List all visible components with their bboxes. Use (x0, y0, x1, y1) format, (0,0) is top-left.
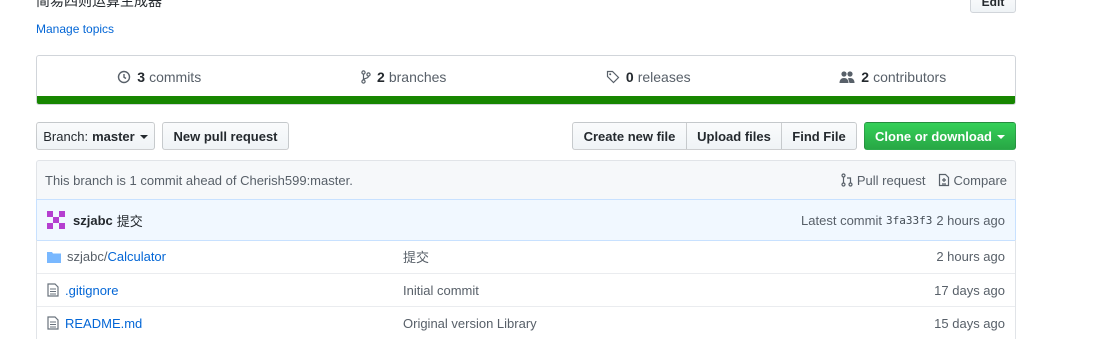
file-name-link[interactable]: .gitignore (65, 283, 118, 298)
releases-count: 0 (625, 69, 634, 85)
commits-count: 3 (137, 69, 146, 85)
contributors-count: 2 (861, 69, 870, 85)
contributors-link[interactable]: 2 contributors (771, 69, 1016, 85)
tag-icon (606, 70, 620, 84)
file-commit-message[interactable]: Original version Library (403, 316, 934, 331)
compare-label: Compare (953, 172, 1007, 188)
file-dir: szjabc/ (67, 249, 108, 264)
find-file-button[interactable]: Find File (781, 122, 857, 150)
file-age: 17 days ago (934, 282, 1005, 298)
table-row: szjabc/Calculator 提交 2 hours ago (37, 240, 1015, 273)
dropdown-caret-icon (139, 134, 148, 139)
file-actions-group: Create new file Upload files Find File (572, 122, 857, 150)
commit-sha[interactable]: 3fa33f3 (886, 214, 932, 227)
git-branch-icon (361, 70, 371, 84)
dropdown-caret-icon (997, 134, 1005, 139)
edit-button[interactable]: Edit (970, 0, 1016, 13)
file-commit-message[interactable]: 提交 (403, 247, 936, 266)
table-row: README.md Original version Library 15 da… (37, 306, 1015, 339)
latest-commit-bar: szjabc 提交 Latest commit 3fa33f3 2 hours … (36, 199, 1016, 241)
ahead-text: This branch is 1 commit ahead of Cherish… (45, 172, 353, 188)
new-pull-request-button[interactable]: New pull request (162, 122, 289, 150)
releases-label: releases (637, 69, 691, 85)
pull-request-link[interactable]: Pull request (841, 173, 926, 188)
releases-link[interactable]: 0 releases (526, 69, 771, 85)
file-commit-message[interactable]: Initial commit (403, 283, 934, 298)
branches-count: 2 (377, 69, 385, 85)
file-icon (47, 283, 59, 297)
latest-commit-info: Latest commit 3fa33f3 2 hours ago (801, 213, 1005, 228)
branches-link[interactable]: 2 branches (282, 69, 527, 85)
create-new-file-button[interactable]: Create new file (572, 122, 687, 150)
git-pull-request-icon (841, 173, 853, 187)
commit-age: 2 hours ago (936, 212, 1005, 228)
people-icon (839, 71, 855, 83)
file-name-link[interactable]: README.md (65, 316, 142, 331)
contributors-label: contributors (873, 69, 947, 85)
commits-link[interactable]: 3 commits (37, 69, 282, 85)
folder-icon (47, 251, 61, 263)
branch-select-button[interactable]: Branch: master (36, 122, 155, 150)
file-age: 15 days ago (934, 315, 1005, 331)
branches-label: branches (388, 69, 447, 85)
file-age: 2 hours ago (936, 249, 1005, 264)
pull-request-label: Pull request (856, 172, 926, 188)
branch-prefix: Branch: (43, 128, 89, 144)
commit-author[interactable]: szjabc (73, 213, 113, 228)
table-row: .gitignore Initial commit 17 days ago (37, 273, 1015, 306)
clone-label: Clone or download (875, 128, 992, 144)
commit-message[interactable]: 提交 (117, 211, 143, 230)
branch-ahead-bar: This branch is 1 commit ahead of Cherish… (36, 160, 1016, 200)
avatar[interactable] (47, 211, 65, 229)
manage-topics-link[interactable]: Manage topics (36, 22, 114, 36)
file-icon (47, 316, 59, 330)
numbers-summary: 3 commits 2 branches 0 releases 2 contri… (36, 55, 1016, 105)
file-name-link[interactable]: Calculator (107, 249, 166, 264)
latest-commit-label: Latest commit (801, 212, 882, 228)
branch-name: master (92, 128, 135, 144)
file-diff-icon (938, 173, 949, 187)
upload-files-button[interactable]: Upload files (686, 122, 782, 150)
compare-link[interactable]: Compare (938, 173, 1007, 188)
file-list: szjabc/Calculator 提交 2 hours ago .gitign… (36, 240, 1016, 339)
language-bar[interactable] (37, 96, 1015, 104)
repo-description: 简易四则运算生成器 (36, 0, 162, 9)
commits-label: commits (149, 69, 202, 85)
clone-or-download-button[interactable]: Clone or download (864, 122, 1016, 150)
history-icon (118, 70, 131, 84)
